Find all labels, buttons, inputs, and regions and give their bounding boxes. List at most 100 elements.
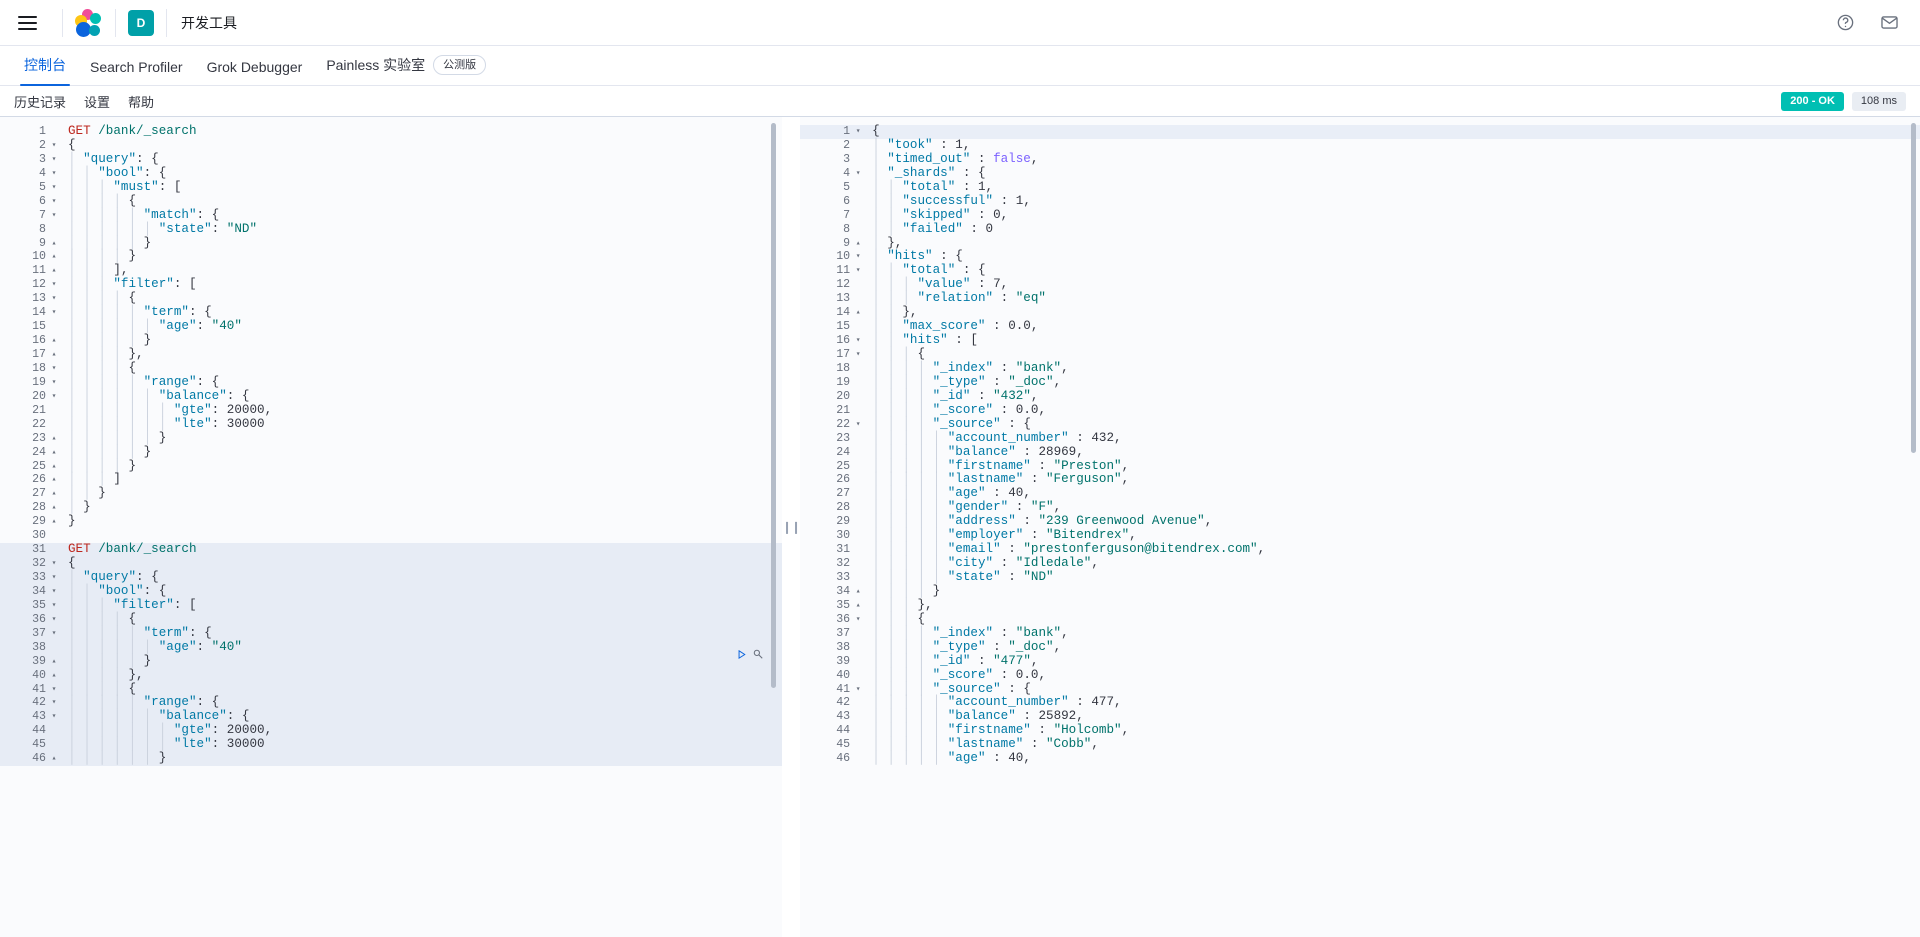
editor-line[interactable]: 36 ▾ │ │ │ │ { [0, 612, 782, 627]
editor-line[interactable]: 35 ▴ │ │ │ }, [800, 598, 1920, 613]
editor-line[interactable]: 40 │ │ │ │ "_score" : 0.0, [800, 668, 1920, 683]
editor-line[interactable]: 26 ▴ │ │ │ ] [0, 472, 782, 487]
editor-line[interactable]: 36 ▾ │ │ │ { [800, 612, 1920, 627]
editor-line[interactable]: 17 ▴ │ │ │ │ }, [0, 347, 782, 362]
fold-toggle-icon[interactable]: ▾ [48, 376, 60, 390]
editor-line[interactable]: 32 ▾ { [0, 556, 782, 571]
fold-toggle-icon[interactable]: ▾ [48, 557, 60, 571]
request-actions-group[interactable] [735, 648, 765, 666]
editor-line[interactable]: 33 │ │ │ │ │ "state" : "ND" [800, 570, 1920, 585]
response-editor-pane[interactable]: 1 ▾{2 │ "took" : 1, 3 │ "timed_out" : false,… [800, 117, 1920, 937]
tab-painless-lab[interactable]: Painless 实验室 公测版 [314, 55, 498, 85]
editor-line[interactable]: 6 ▾ │ │ │ │ { [0, 194, 782, 209]
mail-icon[interactable] [1878, 12, 1900, 34]
editor-line[interactable]: 7 ▾ │ │ │ │ │ "match": { [0, 208, 782, 223]
response-editor[interactable]: 1 ▾{2 │ "took" : 1, 3 │ "timed_out" : false,… [800, 117, 1920, 937]
editor-line[interactable]: 19 │ │ │ │ "_type" : "_doc", [800, 375, 1920, 390]
fold-toggle-icon[interactable]: ▾ [852, 264, 864, 278]
editor-line[interactable]: 15 │ │ │ │ │ │ "age": "40" [0, 319, 782, 334]
fold-toggle-icon[interactable]: ▾ [852, 348, 864, 362]
fold-toggle-icon[interactable]: ▾ [48, 181, 60, 195]
editor-line[interactable]: 46 ▴ │ │ │ │ │ │ } [0, 751, 782, 767]
fold-toggle-icon[interactable]: ▾ [48, 306, 60, 320]
editor-line[interactable]: 37 │ │ │ │ "_index" : "bank", [800, 626, 1920, 641]
editor-line[interactable]: 31 │ │ │ │ │ "email" : "prestonferguson@b… [800, 542, 1920, 557]
vertical-drag-handle-icon[interactable]: ❙❙ [782, 521, 801, 533]
editor-line[interactable]: 46 │ │ │ │ │ "age" : 40, [800, 751, 1920, 766]
fold-toggle-icon[interactable]: ▴ [852, 599, 864, 613]
editor-line[interactable]: 15 │ │ "max_score" : 0.0, [800, 319, 1920, 334]
editor-line[interactable]: 32 │ │ │ │ │ "city" : "Idledale", [800, 556, 1920, 571]
editor-line[interactable]: 39 ▴ │ │ │ │ │ } [0, 654, 782, 669]
editor-line[interactable]: 5 ▾ │ │ │ "must": [ [0, 180, 782, 195]
request-editor-lines[interactable]: 1 GET /bank/_search 2 ▾{3 ▾ │ "query": {4 ▾ │ │… [0, 117, 782, 767]
editor-line[interactable]: 7 │ │ "skipped" : 0, [800, 208, 1920, 223]
history-link[interactable]: 历史记录 [14, 92, 66, 111]
editor-line[interactable]: 20 ▾ │ │ │ │ │ │ "balance": { [0, 389, 782, 404]
fold-toggle-icon[interactable]: ▾ [48, 209, 60, 223]
editor-line[interactable]: 21 │ │ │ │ "_score" : 0.0, [800, 403, 1920, 418]
fold-toggle-icon[interactable]: ▴ [48, 655, 60, 669]
editor-line[interactable]: 13 │ │ │ "relation" : "eq" [800, 291, 1920, 306]
editor-line[interactable]: 27 ▴ │ │ } [0, 486, 782, 501]
fold-toggle-icon[interactable]: ▾ [48, 390, 60, 404]
editor-line[interactable]: 2 ▾ { [0, 138, 782, 153]
editor-line[interactable]: 17 ▾ │ │ │ { [800, 347, 1920, 362]
fold-toggle-icon[interactable]: ▴ [48, 669, 60, 683]
fold-toggle-icon[interactable]: ▾ [48, 167, 60, 181]
wrench-icon[interactable] [752, 648, 765, 666]
fold-toggle-icon[interactable]: ▴ [852, 237, 864, 251]
editor-line[interactable]: 24 ▴ │ │ │ │ │ } [0, 445, 782, 460]
fold-toggle-icon[interactable]: ▴ [48, 334, 60, 348]
fold-toggle-icon[interactable]: ▾ [48, 362, 60, 376]
editor-line[interactable]: 23 │ │ │ │ │ "account_number" : 432, [800, 431, 1920, 446]
fold-toggle-icon[interactable]: ▾ [48, 710, 60, 724]
editor-line[interactable]: 40 ▴ │ │ │ │ }, [0, 668, 782, 683]
editor-line[interactable]: 4 ▾ │ │ "bool": { [0, 166, 782, 181]
tab-search-profiler[interactable]: Search Profiler [78, 59, 195, 85]
play-triangle-icon[interactable] [735, 648, 748, 666]
editor-line[interactable]: 28 ▴ │ } [0, 500, 782, 515]
fold-toggle-icon[interactable]: ▴ [48, 250, 60, 264]
elastic-logo-icon[interactable] [75, 8, 103, 37]
editor-line[interactable]: 1 GET /bank/_search [0, 124, 782, 139]
response-editor-scrollbar[interactable] [1911, 123, 1916, 453]
editor-line[interactable]: 5 │ │ "total" : 1, [800, 180, 1920, 195]
editor-line[interactable]: 29 ▴} [0, 514, 782, 529]
fold-toggle-icon[interactable]: ▾ [852, 334, 864, 348]
pane-splitter[interactable]: ❙❙ [782, 117, 801, 937]
editor-line[interactable]: 38 │ │ │ │ "_type" : "_doc", [800, 640, 1920, 655]
fold-toggle-icon[interactable]: ▴ [48, 264, 60, 278]
editor-line[interactable]: 3 │ "timed_out" : false, [800, 152, 1920, 167]
fold-toggle-icon[interactable]: ▾ [48, 278, 60, 292]
help-circle-icon[interactable] [1834, 12, 1856, 34]
request-editor-scrollbar[interactable] [771, 123, 776, 688]
editor-line[interactable]: 39 │ │ │ │ "_id" : "477", [800, 654, 1920, 669]
editor-line[interactable]: 21 │ │ │ │ │ │ │ "gte": 20000, [0, 403, 782, 418]
fold-toggle-icon[interactable]: ▾ [852, 167, 864, 181]
fold-toggle-icon[interactable]: ▴ [48, 446, 60, 460]
editor-line[interactable]: 18 │ │ │ │ "_index" : "bank", [800, 361, 1920, 376]
editor-line[interactable]: 19 ▾ │ │ │ │ │ "range": { [0, 375, 782, 390]
editor-line[interactable]: 37 ▾ │ │ │ │ │ "term": { [0, 626, 782, 641]
editor-line[interactable]: 1 ▾ { [800, 124, 1920, 139]
tab-grok-debugger[interactable]: Grok Debugger [195, 59, 315, 85]
fold-toggle-icon[interactable]: ▴ [852, 585, 864, 599]
fold-toggle-icon[interactable]: ▾ [48, 153, 60, 167]
editor-line[interactable]: 8 │ │ "failed" : 0 [800, 222, 1920, 237]
fold-toggle-icon[interactable]: ▾ [48, 599, 60, 613]
fold-toggle-icon[interactable]: ▾ [48, 627, 60, 641]
fold-toggle-icon[interactable]: ▾ [48, 292, 60, 306]
fold-toggle-icon[interactable]: ▾ [48, 683, 60, 697]
editor-line[interactable]: 4 ▾ │ "_shards" : { [800, 166, 1920, 181]
editor-line[interactable]: 23 ▴ │ │ │ │ │ │ } [0, 431, 782, 446]
editor-line[interactable]: 20 │ │ │ │ "_id" : "432", [800, 389, 1920, 404]
fold-toggle-icon[interactable]: ▾ [852, 418, 864, 432]
editor-line[interactable]: 18 ▾ │ │ │ │ { [0, 361, 782, 376]
editor-line[interactable]: 33 ▾ │ "query": { [0, 570, 782, 585]
help-link[interactable]: 帮助 [128, 92, 154, 111]
fold-toggle-icon[interactable]: ▾ [48, 139, 60, 153]
fold-toggle-icon[interactable]: ▾ [852, 250, 864, 264]
editor-line[interactable]: 34 ▾ │ │ "bool": { [0, 584, 782, 599]
tab-console[interactable]: 控制台 [12, 55, 78, 86]
